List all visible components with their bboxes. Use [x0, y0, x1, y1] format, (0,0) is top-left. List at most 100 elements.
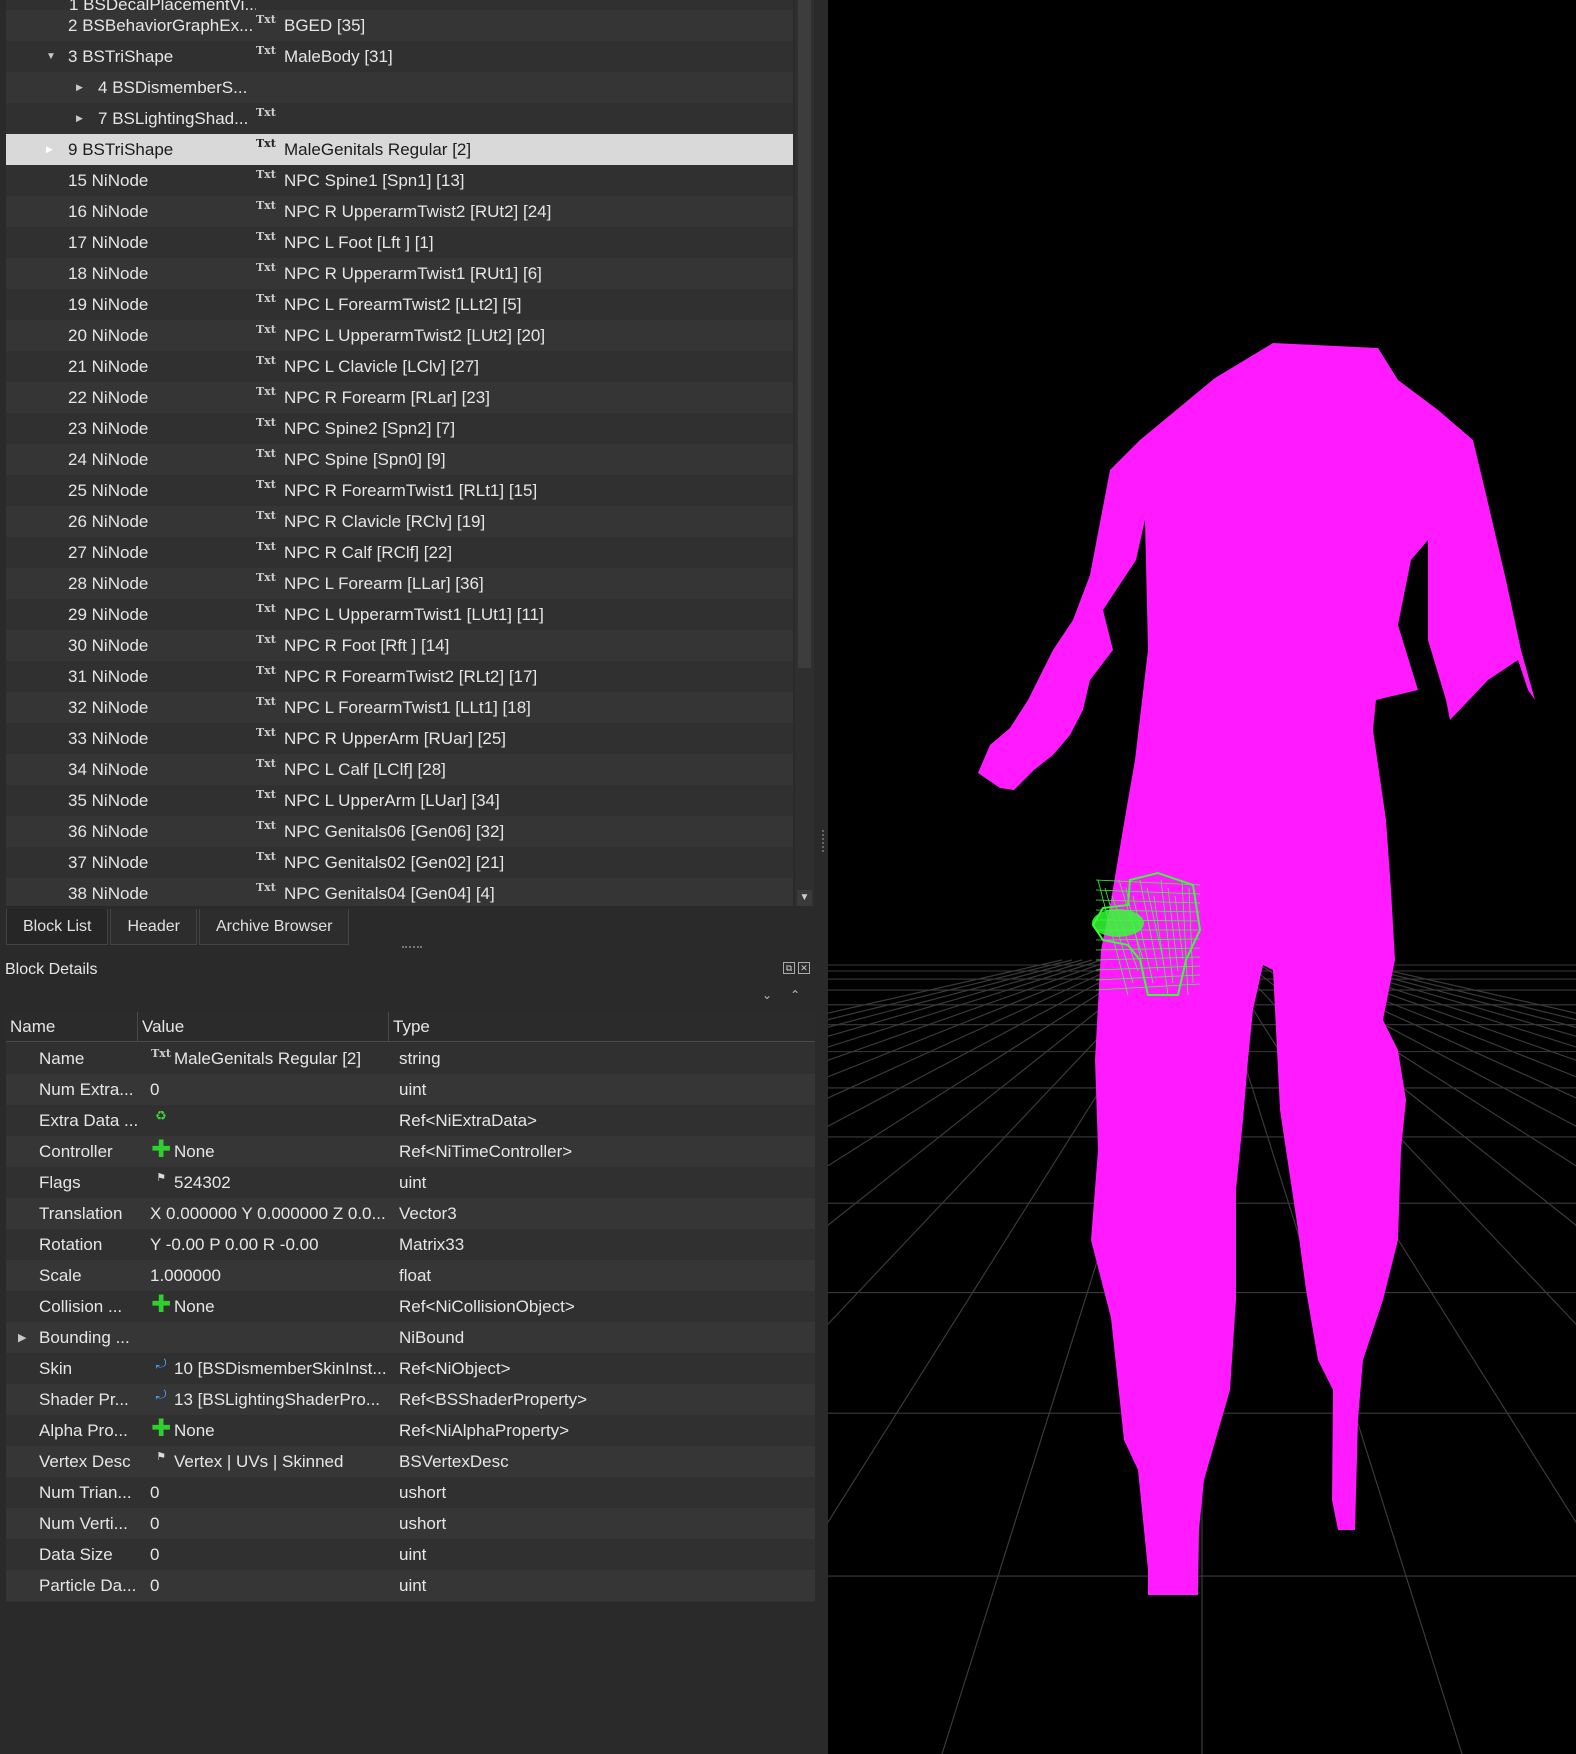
tree-row[interactable]: 16 NiNode Txt NPC R UpperarmTwist2 [RUt2] …: [6, 196, 793, 227]
tree-row-value: Txt NPC R ForearmTwist2 [RLt2] [17]: [256, 661, 793, 692]
expand-arrow-right-icon[interactable]: ▶: [76, 82, 83, 93]
expand-arrow-right-icon[interactable]: ▶: [76, 113, 83, 124]
tree-row[interactable]: 32 NiNode Txt NPC L ForearmTwist1 [LLt1] […: [6, 692, 793, 723]
block-number: 38: [68, 883, 87, 903]
tab-block-list[interactable]: Block List: [6, 909, 109, 945]
tree-row[interactable]: 29 NiNode Txt NPC L UpperarmTwist1 [LUt1] …: [6, 599, 793, 630]
block-name: NPC L UpperArm [LUar] [34]: [284, 790, 500, 810]
detail-value[interactable]: 0: [144, 1477, 395, 1508]
float-icon[interactable]: ⧉: [783, 962, 795, 974]
detail-row[interactable]: Num Trian... 0 ushort: [6, 1477, 815, 1508]
scroll-down-arrow-icon[interactable]: ▼: [797, 890, 812, 906]
tree-row[interactable]: ▶ 9 BSTriShape Txt MaleGenitals Regular [2]: [6, 134, 793, 165]
detail-row[interactable]: Controller ✚ None Ref<NiTimeController>: [6, 1136, 815, 1167]
tree-row[interactable]: ▶ 7 BSLightingShad... Txt: [6, 103, 793, 134]
detail-value[interactable]: 0: [144, 1539, 395, 1570]
string-txt-icon: Txt: [256, 633, 276, 646]
splitter-grip-icon[interactable]: [402, 946, 422, 950]
detail-type: float: [399, 1265, 432, 1285]
detail-value[interactable]: ⤾ 13 [BSLightingShaderPro...: [144, 1384, 395, 1415]
detail-row[interactable]: Alpha Pro... ✚ None Ref<NiAlphaProperty>: [6, 1415, 815, 1446]
detail-value[interactable]: 0: [144, 1570, 395, 1601]
tab-header[interactable]: Header: [110, 909, 197, 945]
detail-row[interactable]: Shader Pr... ⤾ 13 [BSLightingShaderPro... R…: [6, 1384, 815, 1415]
tree-scrollbar-thumb[interactable]: [798, 0, 811, 668]
tree-row[interactable]: 36 NiNode Txt NPC Genitals06 [Gen06] [32]: [6, 816, 793, 847]
tree-row[interactable]: 19 NiNode Txt NPC L ForearmTwist2 [LLt2] […: [6, 289, 793, 320]
tab-archive-browser[interactable]: Archive Browser: [198, 909, 350, 945]
detail-row[interactable]: Rotation Y -0.00 P 0.00 R -0.00 Matrix33: [6, 1229, 815, 1260]
tree-row[interactable]: 28 NiNode Txt NPC L Forearm [LLar] [36]: [6, 568, 793, 599]
block-list-tree[interactable]: 1 BSDecalPlacementVi... 2 BSBehaviorGrap…: [6, 0, 793, 906]
detail-row[interactable]: Translation X 0.000000 Y 0.000000 Z 0.0..…: [6, 1198, 815, 1229]
tree-row[interactable]: 33 NiNode Txt NPC R UpperArm [RUar] [25]: [6, 723, 793, 754]
detail-value[interactable]: ⚑ 524302: [144, 1167, 395, 1198]
detail-value[interactable]: 1.000000: [144, 1260, 395, 1291]
detail-row[interactable]: Num Extra... 0 uint: [6, 1074, 815, 1105]
tree-row[interactable]: ▼ 3 BSTriShape Txt MaleBody [31]: [6, 41, 793, 72]
tree-row[interactable]: 15 NiNode Txt NPC Spine1 [Spn1] [13]: [6, 165, 793, 196]
detail-value[interactable]: ⤾ 10 [BSDismemberSkinInst...: [144, 1353, 395, 1384]
tree-row[interactable]: 30 NiNode Txt NPC R Foot [Rft ] [14]: [6, 630, 793, 661]
detail-value[interactable]: ✚ None: [144, 1291, 395, 1322]
expand-arrow-right-icon[interactable]: ▶: [18, 1331, 26, 1344]
tree-row[interactable]: 38 NiNode Txt NPC Genitals04 [Gen04] [4]: [6, 878, 793, 906]
block-details-title: Block Details: [5, 961, 98, 978]
tree-scrollbar[interactable]: ▼: [795, 0, 814, 906]
tree-row[interactable]: 20 NiNode Txt NPC L UpperarmTwist2 [LUt2] …: [6, 320, 793, 351]
detail-row[interactable]: Particle Da... 0 uint: [6, 1570, 815, 1601]
detail-value[interactable]: Y -0.00 P 0.00 R -0.00: [144, 1229, 395, 1260]
tree-row[interactable]: 22 NiNode Txt NPC R Forearm [RLar] [23]: [6, 382, 793, 413]
column-header-value[interactable]: Value: [138, 1012, 389, 1042]
detail-value[interactable]: ✚ None: [144, 1415, 395, 1446]
tree-row[interactable]: 31 NiNode Txt NPC R ForearmTwist2 [RLt2] […: [6, 661, 793, 692]
tree-row[interactable]: 34 NiNode Txt NPC L Calf [LClf] [28]: [6, 754, 793, 785]
3d-viewport[interactable]: [828, 0, 1576, 1754]
detail-value[interactable]: ⚑ Vertex | UVs | Skinned: [144, 1446, 395, 1477]
tree-row[interactable]: 37 NiNode Txt NPC Genitals02 [Gen02] [21]: [6, 847, 793, 878]
tree-row-block: 26 NiNode: [6, 506, 256, 537]
tree-row[interactable]: 27 NiNode Txt NPC R Calf [RClf] [22]: [6, 537, 793, 568]
tree-row[interactable]: 25 NiNode Txt NPC R ForearmTwist1 [RLt1] […: [6, 475, 793, 506]
block-name: NPC R Forearm [RLar] [23]: [284, 387, 490, 407]
tree-row[interactable]: 17 NiNode Txt NPC L Foot [Lft ] [1]: [6, 227, 793, 258]
detail-row[interactable]: Extra Data ... ♻ Ref<NiExtraData>: [6, 1105, 815, 1136]
column-header-type[interactable]: Type: [389, 1012, 815, 1042]
tree-row[interactable]: 21 NiNode Txt NPC L Clavicle [LClv] [27]: [6, 351, 793, 382]
block-type: NiNode: [91, 356, 149, 376]
chevron-up-icon[interactable]: ⌃: [790, 988, 800, 1002]
tree-row-value: Txt NPC Genitals02 [Gen02] [21]: [256, 847, 793, 878]
tree-row[interactable]: 35 NiNode Txt NPC L UpperArm [LUar] [34]: [6, 785, 793, 816]
detail-value[interactable]: [144, 1322, 395, 1353]
tree-row[interactable]: ▶ 4 BSDismemberS...: [6, 72, 793, 103]
detail-row[interactable]: Skin ⤾ 10 [BSDismemberSkinInst... Ref<NiObj…: [6, 1353, 815, 1384]
tree-row[interactable]: 18 NiNode Txt NPC R UpperarmTwist1 [RUt1] …: [6, 258, 793, 289]
tree-row[interactable]: 23 NiNode Txt NPC Spine2 [Spn2] [7]: [6, 413, 793, 444]
detail-row[interactable]: Name Txt MaleGenitals Regular [2] string: [6, 1043, 815, 1074]
detail-value[interactable]: ✚ None: [144, 1136, 395, 1167]
detail-value[interactable]: X 0.000000 Y 0.000000 Z 0.0...: [144, 1198, 395, 1229]
detail-value[interactable]: 0: [144, 1074, 395, 1105]
detail-row[interactable]: Collision ... ✚ None Ref<NiCollisionObject>: [6, 1291, 815, 1322]
detail-row[interactable]: ▶ Bounding ... NiBound: [6, 1322, 815, 1353]
detail-row[interactable]: Data Size 0 uint: [6, 1539, 815, 1570]
chevron-down-icon[interactable]: ⌄: [762, 988, 772, 1002]
add-plus-icon: ✚: [150, 1291, 172, 1318]
tree-row[interactable]: 2 BSBehaviorGraphEx... Txt BGED [35]: [6, 10, 793, 41]
tree-row[interactable]: 24 NiNode Txt NPC Spine [Spn0] [9]: [6, 444, 793, 475]
tree-row[interactable]: 26 NiNode Txt NPC R Clavicle [RClv] [19]: [6, 506, 793, 537]
detail-row[interactable]: Vertex Desc ⚑ Vertex | UVs | Skinned BSVert…: [6, 1446, 815, 1477]
string-txt-icon: Txt: [256, 106, 276, 119]
detail-value-text: None: [174, 1296, 215, 1316]
detail-value[interactable]: ♻: [144, 1105, 395, 1136]
detail-row[interactable]: Flags ⚑ 524302 uint: [6, 1167, 815, 1198]
detail-row[interactable]: Scale 1.000000 float: [6, 1260, 815, 1291]
expand-arrow-down-icon[interactable]: ▼: [46, 51, 56, 62]
vertical-splitter[interactable]: [822, 830, 825, 852]
column-header-name[interactable]: Name: [6, 1012, 138, 1042]
close-icon[interactable]: ✕: [798, 962, 810, 974]
detail-value[interactable]: 0: [144, 1508, 395, 1539]
detail-row[interactable]: Num Verti... 0 ushort: [6, 1508, 815, 1539]
detail-value[interactable]: Txt MaleGenitals Regular [2]: [144, 1043, 395, 1074]
expand-arrow-right-icon[interactable]: ▶: [46, 144, 53, 155]
